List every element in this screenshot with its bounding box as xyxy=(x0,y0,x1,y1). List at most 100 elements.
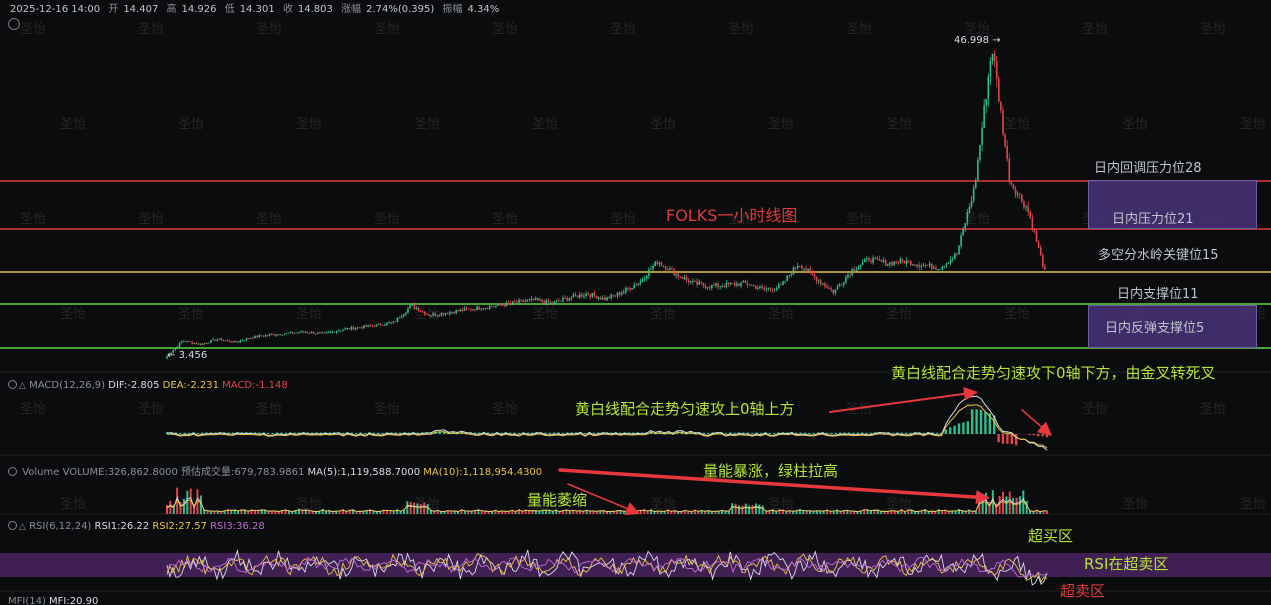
candle-body xyxy=(618,292,621,295)
visibility-icon[interactable] xyxy=(8,380,17,389)
candle-body xyxy=(1014,188,1017,195)
candle-body xyxy=(694,281,696,282)
macd-histogram-bar xyxy=(979,409,983,434)
candle-body xyxy=(371,325,374,327)
candle-body xyxy=(998,78,1000,102)
volume-bar xyxy=(903,511,906,514)
candle-body xyxy=(340,330,342,332)
candle-body xyxy=(704,285,707,288)
candle-body xyxy=(501,305,504,307)
candle-body xyxy=(648,269,650,276)
candle-body xyxy=(446,313,449,315)
candle-body xyxy=(960,235,962,246)
candle-body xyxy=(901,259,904,261)
candle-body xyxy=(872,258,874,263)
chart-root: 2025-12-16 14:00 开 14.407 高 14.926 低 14.301… xyxy=(0,0,1271,605)
level-label-11: 日内支撑位11 xyxy=(1117,287,1199,302)
candle-body xyxy=(1029,211,1032,219)
candle-body xyxy=(767,288,770,289)
candle-body xyxy=(625,288,627,292)
candle-body xyxy=(386,322,388,325)
bell-icon[interactable]: △ xyxy=(19,522,26,532)
candle-body xyxy=(511,301,514,304)
candle-body xyxy=(526,300,529,302)
candle-body xyxy=(530,298,533,300)
candle-body xyxy=(361,327,363,329)
candle-body xyxy=(687,279,690,283)
candle-body xyxy=(245,338,248,341)
candle-body xyxy=(1018,193,1021,195)
candle-body xyxy=(744,280,747,283)
candle-body xyxy=(729,283,732,285)
candle-body xyxy=(1023,201,1025,208)
candle-body xyxy=(273,334,275,336)
candle-body xyxy=(979,144,981,160)
candle-body xyxy=(786,275,788,281)
candle-body xyxy=(214,339,216,341)
candle-body xyxy=(822,283,824,285)
volume-bar xyxy=(897,511,900,514)
candle-body xyxy=(983,105,985,128)
candle-body xyxy=(646,275,648,279)
candle-body xyxy=(954,253,956,259)
candle-body xyxy=(989,60,992,77)
macd-histogram-bar xyxy=(583,432,587,434)
candle-body xyxy=(757,288,759,289)
candle-body xyxy=(1012,184,1015,189)
rsi1-value: RSI1:26.22 xyxy=(94,521,150,532)
volume-ma10-line xyxy=(166,498,1047,512)
macd-histogram-bar xyxy=(808,432,811,434)
candle-body xyxy=(235,340,237,343)
candle-body xyxy=(675,273,677,276)
volume-bar xyxy=(653,511,656,514)
candle-body xyxy=(467,308,470,310)
volume-name: Volume xyxy=(22,467,60,478)
candle-body xyxy=(289,331,292,333)
bell-icon[interactable]: △ xyxy=(19,381,26,391)
macd-histogram-bar xyxy=(935,432,939,434)
visibility-icon[interactable] xyxy=(8,467,17,476)
macd-histogram-bar xyxy=(733,432,736,434)
candle-body xyxy=(805,268,807,271)
macd-arrow-shaft xyxy=(829,392,966,413)
candle-body xyxy=(325,332,328,334)
candle-body xyxy=(1006,146,1008,159)
macd-histogram-bar xyxy=(196,432,199,434)
candle-body xyxy=(974,180,977,189)
candle-body xyxy=(277,334,279,336)
macd-histogram-bar xyxy=(891,432,895,434)
macd-header: △ MACD(12,26,9) DIF:-2.805 DEA:-2.231 MA… xyxy=(8,380,288,391)
macd-histogram-bar xyxy=(953,425,956,434)
candle-body xyxy=(910,260,912,266)
volume-header: Volume VOLUME:326,862.8000 预估成交量:679,783… xyxy=(8,463,542,478)
candle-body xyxy=(522,300,524,302)
candle-body xyxy=(555,300,558,302)
candle-body xyxy=(254,335,256,339)
candle-body xyxy=(180,341,183,343)
candle-body xyxy=(176,346,179,349)
candle-body xyxy=(736,283,738,286)
candle-body xyxy=(459,309,462,312)
candle-body xyxy=(593,292,596,296)
candle-body xyxy=(962,228,964,236)
candle-body xyxy=(243,340,246,342)
candle-body xyxy=(731,283,734,284)
volume-value: VOLUME:326,862.8000 xyxy=(62,467,178,478)
candle-body xyxy=(935,267,937,270)
candle-body xyxy=(819,280,822,284)
visibility-icon[interactable] xyxy=(8,521,17,530)
volume-bar xyxy=(914,511,916,514)
rsi-name: RSI(6,12,24) xyxy=(29,521,92,532)
level-label-28: 日内回调压力位28 xyxy=(1094,161,1202,176)
candle-body xyxy=(241,340,244,342)
volume-bar xyxy=(406,501,409,514)
macd-histogram-bar xyxy=(201,432,204,434)
macd-cross-arrow-shaft xyxy=(1021,409,1043,428)
candle-body xyxy=(250,337,252,339)
candle-body xyxy=(488,306,491,309)
candle-body xyxy=(388,322,390,324)
candle-body xyxy=(396,317,399,322)
candle-body xyxy=(329,331,332,333)
candle-body xyxy=(763,287,765,290)
macd-histogram-bar xyxy=(957,423,961,434)
